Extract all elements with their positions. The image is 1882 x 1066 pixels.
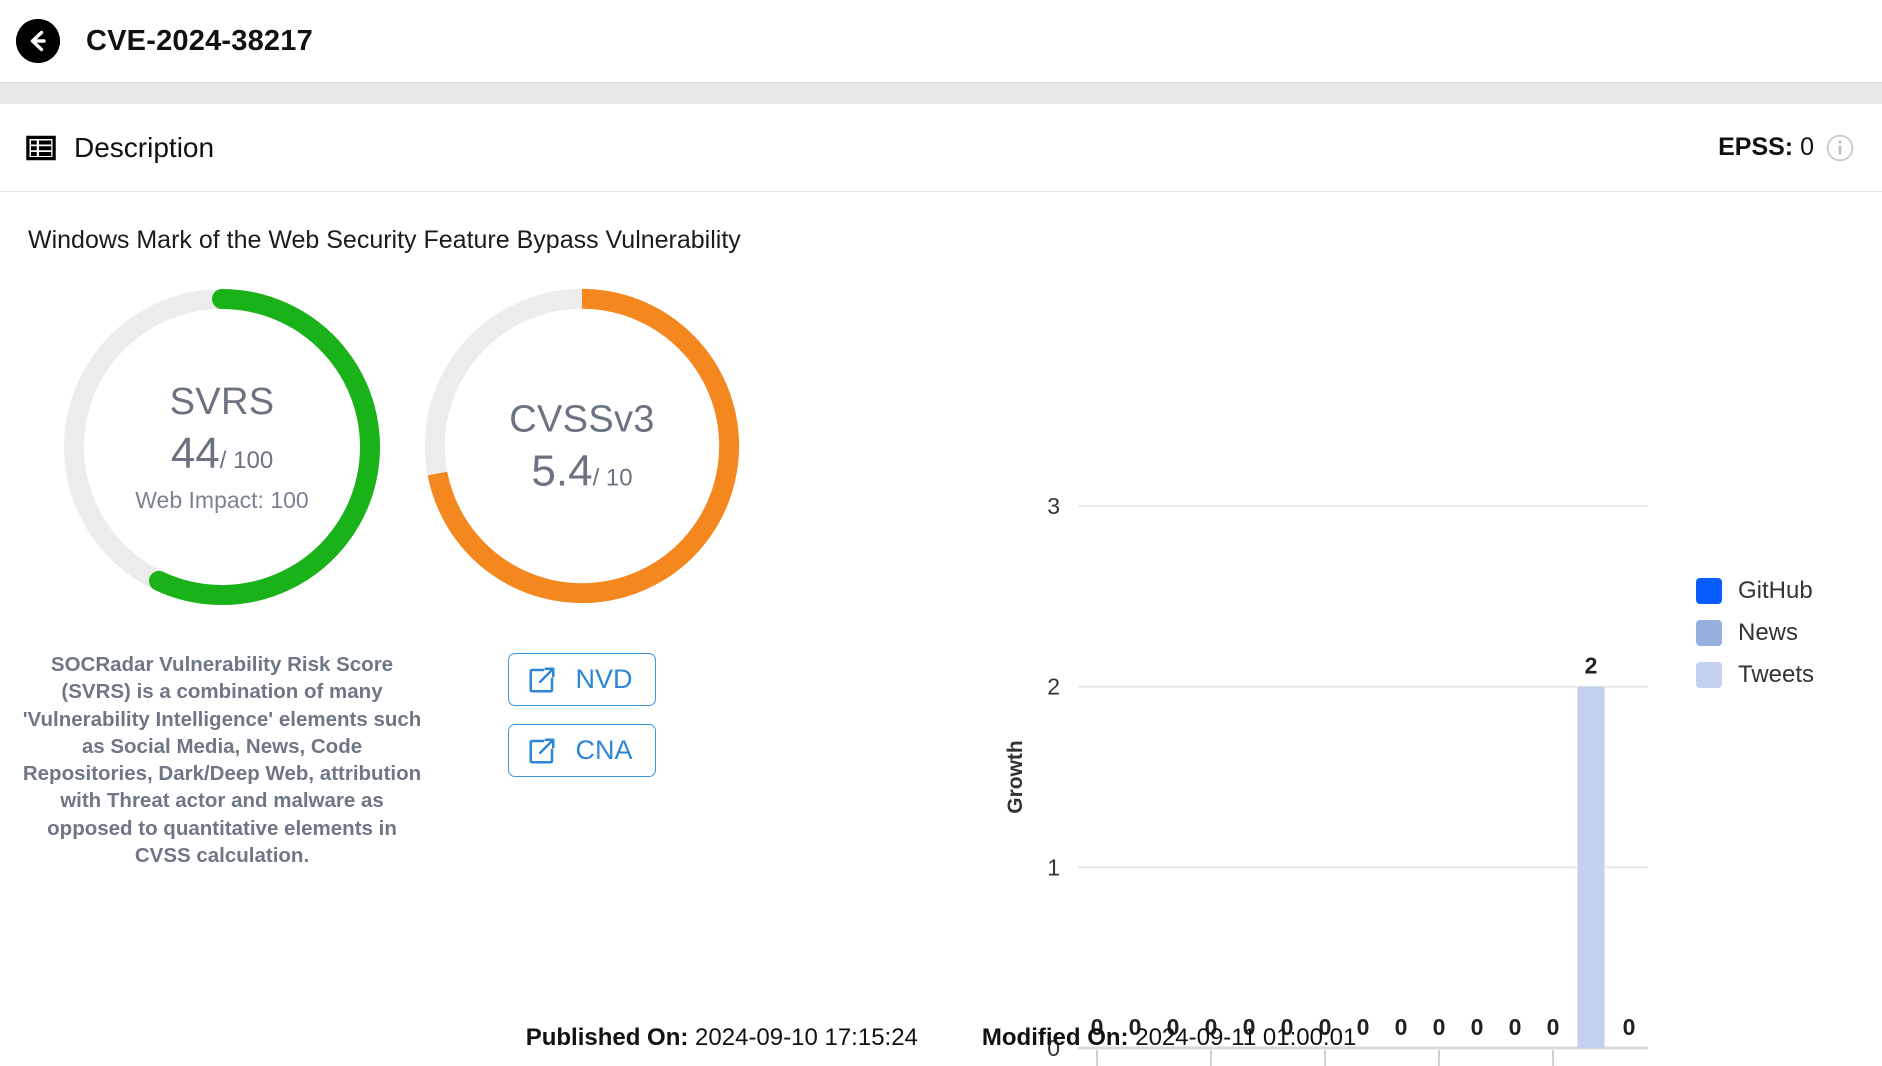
modified-on: Modified On: 2024-09-11 01:00:01 xyxy=(982,1024,1356,1052)
svrs-gauge-arc xyxy=(148,289,380,605)
svrs-gauge-svg xyxy=(64,289,380,605)
legend-label-github: GitHub xyxy=(1738,577,1813,604)
published-on: Published On: 2024-09-10 17:15:24 xyxy=(526,1024,918,1052)
svrs-description-note: SOCRadar Vulnerability Risk Score (SVRS)… xyxy=(22,653,422,867)
cvss-panel: CVSSv3 5.4/ 10 NVD CNA xyxy=(412,277,752,777)
svrs-panel: SVRS 44/ 100 Web Impact: 100 SOCRadar Vu… xyxy=(23,277,421,869)
chart-y-axis-label: Growth xyxy=(1004,740,1027,814)
description-body: Windows Mark of the Web Security Feature… xyxy=(0,192,1882,1066)
app-header: CVE-2024-38217 xyxy=(0,0,1882,82)
published-on-value: 2024-09-10 17:15:24 xyxy=(695,1024,918,1051)
svrs-gauge: SVRS 44/ 100 Web Impact: 100 xyxy=(52,277,392,617)
external-links-group: NVD CNA xyxy=(508,653,656,777)
legend-swatch-tweets xyxy=(1696,662,1722,688)
external-link-icon xyxy=(529,738,555,763)
cvss-gauge-svg xyxy=(424,288,740,604)
vulnerability-summary: Windows Mark of the Web Security Feature… xyxy=(28,226,741,254)
legend-swatch-news xyxy=(1696,620,1722,646)
external-link-icon xyxy=(529,667,555,692)
cvss-gauge: CVSSv3 5.4/ 10 xyxy=(413,277,751,615)
nvd-button[interactable]: NVD xyxy=(508,653,656,706)
footer-dates: Published On: 2024-09-10 17:15:24 Modifi… xyxy=(0,1024,1882,1052)
description-section-label: Description xyxy=(74,131,215,163)
page-title: CVE-2024-38217 xyxy=(86,24,313,57)
growth-chart: Growth012300000000000002028 Aug31 Aug03 … xyxy=(1000,478,1870,1066)
legend-item-tweets[interactable]: Tweets xyxy=(1696,654,1814,696)
legend-item-news[interactable]: News xyxy=(1696,612,1814,654)
legend-item-github[interactable]: GitHub xyxy=(1696,570,1814,612)
back-button[interactable] xyxy=(16,19,60,63)
epss-value: 0 xyxy=(1800,133,1814,161)
arrow-left-circle-icon xyxy=(16,19,60,63)
legend-label-news: News xyxy=(1738,619,1799,646)
chart-y-tick-label: 3 xyxy=(1047,493,1060,519)
modified-on-label: Modified On: xyxy=(981,1024,1129,1051)
legend-swatch-github xyxy=(1696,578,1722,604)
growth-chart-svg: Growth012300000000000002028 Aug31 Aug03 … xyxy=(1004,493,1648,1066)
chart-y-tick-label: 2 xyxy=(1047,674,1060,700)
chart-point-label: 2 xyxy=(1585,653,1598,679)
modified-on-value: 2024-09-11 01:00:01 xyxy=(1135,1024,1357,1051)
info-circle-icon[interactable] xyxy=(1826,134,1854,162)
published-on-label: Published On: xyxy=(525,1024,689,1051)
table-list-icon xyxy=(26,135,56,160)
section-separator xyxy=(0,82,1882,104)
epss-badge: EPSS: 0 xyxy=(1718,133,1854,162)
nvd-button-label: NVD xyxy=(575,664,633,694)
epss-text: EPSS: 0 xyxy=(1718,133,1814,162)
cna-button[interactable]: CNA xyxy=(508,724,656,777)
description-header-left: Description xyxy=(26,132,214,164)
cna-button-label: CNA xyxy=(575,735,633,765)
chart-legend: GitHub News Tweets xyxy=(1696,570,1814,696)
legend-label-tweets: Tweets xyxy=(1738,661,1815,688)
chart-bar xyxy=(1577,686,1605,1048)
epss-label: EPSS: xyxy=(1718,133,1794,161)
description-header: Description EPSS: 0 xyxy=(0,104,1882,192)
chart-y-tick-label: 1 xyxy=(1047,854,1060,880)
